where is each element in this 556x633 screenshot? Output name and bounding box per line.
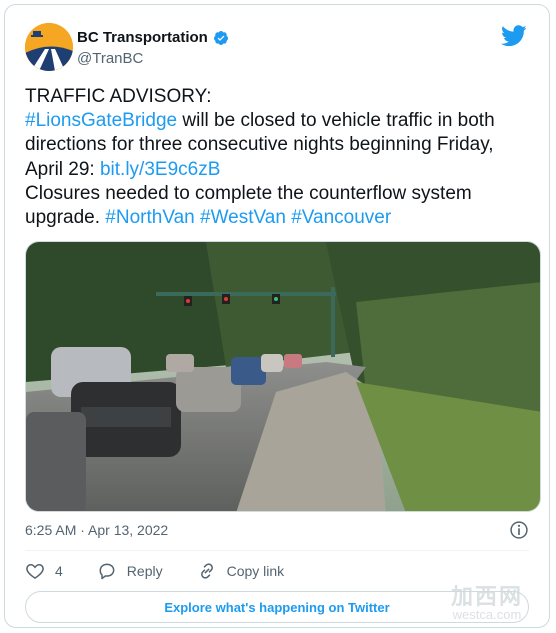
action-bar: 4 Reply Copy link bbox=[25, 561, 318, 581]
reply-icon bbox=[99, 563, 115, 580]
hashtag-westvan[interactable]: #WestVan bbox=[200, 207, 286, 228]
reply-label: Reply bbox=[126, 563, 163, 579]
tweet-photo[interactable] bbox=[25, 241, 541, 512]
link-icon bbox=[200, 563, 213, 579]
bc-transportation-logo bbox=[25, 23, 73, 71]
road-photo-illustration bbox=[26, 242, 540, 511]
tweet-line-advisory: TRAFFIC ADVISORY: bbox=[25, 86, 212, 107]
heart-icon bbox=[26, 563, 44, 579]
short-link[interactable]: bit.ly/3E9c6zB bbox=[100, 159, 220, 180]
tweet-timestamp[interactable]: 6:25 AM · Apr 13, 2022 bbox=[25, 522, 168, 538]
divider bbox=[25, 550, 529, 551]
like-button[interactable]: 4 bbox=[25, 561, 63, 581]
tweet-line-closure: #LionsGateBridge will be closed to vehic… bbox=[25, 109, 535, 182]
hashtag-lionsgatebridge[interactable]: #LionsGateBridge bbox=[25, 110, 177, 131]
explore-button[interactable]: Explore what's happening on Twitter bbox=[25, 591, 529, 623]
info-icon[interactable] bbox=[509, 520, 529, 540]
copy-link-button[interactable]: Copy link bbox=[197, 561, 285, 581]
verified-badge-icon bbox=[213, 30, 228, 45]
display-name[interactable]: BC Transportation bbox=[77, 29, 208, 46]
reply-button[interactable]: Reply bbox=[97, 561, 163, 581]
name-row: BC Transportation bbox=[77, 29, 229, 46]
hashtag-northvan[interactable]: #NorthVan bbox=[105, 207, 194, 228]
tweet-card: BC Transportation @TranBC TRAFFIC ADVISO… bbox=[4, 4, 550, 628]
tweet-line-upgrade: Closures needed to complete the counterf… bbox=[25, 182, 535, 230]
twitter-bird-icon[interactable] bbox=[501, 25, 527, 47]
copy-link-label: Copy link bbox=[226, 563, 285, 579]
like-count: 4 bbox=[55, 563, 63, 579]
tweet-text: TRAFFIC ADVISORY: #LionsGateBridge will … bbox=[25, 85, 535, 230]
hashtag-vancouver[interactable]: #Vancouver bbox=[291, 207, 391, 228]
account-handle[interactable]: @TranBC bbox=[77, 50, 143, 67]
avatar[interactable] bbox=[25, 23, 73, 71]
